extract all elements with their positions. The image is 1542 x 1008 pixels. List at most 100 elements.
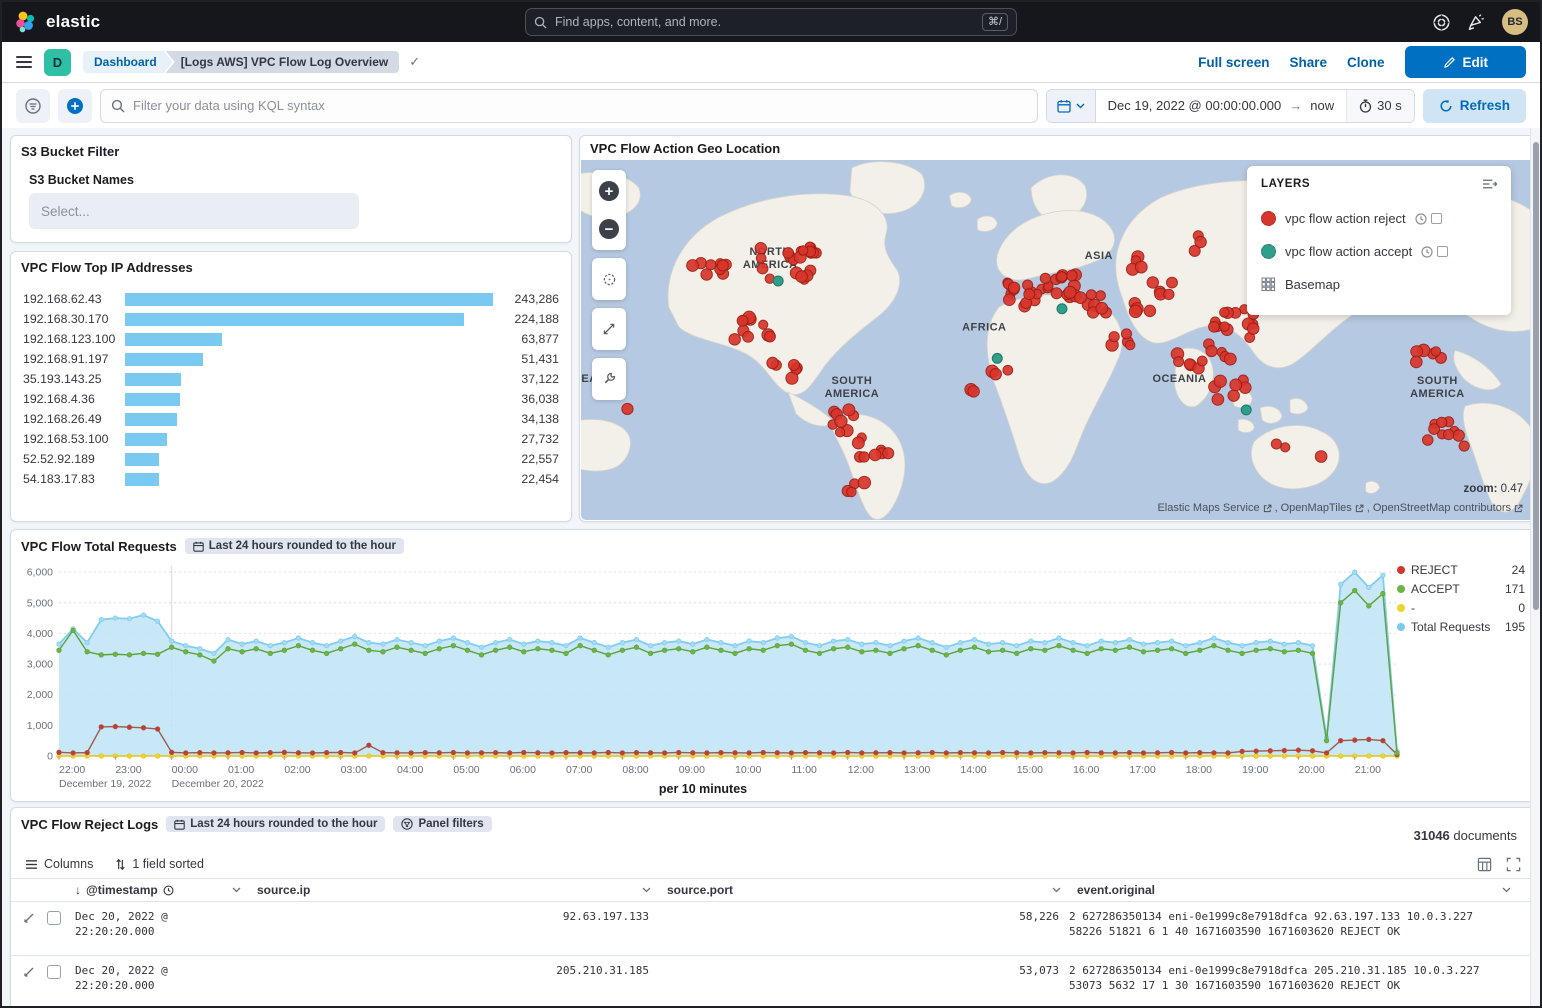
row-checkbox[interactable] [47,911,61,925]
legend-dot [1397,585,1405,593]
stopwatch-icon [1359,99,1372,113]
y-axis-tick-label: 2,000 [27,689,53,701]
row-checkbox[interactable] [47,965,61,979]
sort-desc-icon: ↓ [75,883,81,897]
reject-marker [1214,375,1226,387]
reject-marker [1075,292,1087,304]
total-requests-chart[interactable]: 01,0002,0003,0004,0005,0006,00022:00Dece… [13,558,1403,792]
expand-row-button[interactable] [23,911,41,929]
ip-bar-row[interactable]: 192.168.91.19751,431 [23,349,559,369]
arrow-right-icon: → [1289,98,1302,113]
search-icon [534,16,547,29]
global-search-input[interactable] [555,15,974,29]
reject-marker [1096,291,1106,301]
map-fit-data-button[interactable] [592,314,626,344]
expand-row-button[interactable] [23,965,41,983]
ip-bar-row[interactable]: 192.168.26.4934,138 [23,409,559,429]
y-axis-tick-label: 5,000 [27,597,53,609]
map-set-view-button[interactable] [592,264,626,294]
help-icon[interactable] [1432,13,1451,32]
layer-item[interactable]: vpc flow action accept [1261,235,1497,268]
scrollbar-thumb[interactable] [1533,142,1539,610]
s3-bucket-select[interactable]: Select... [29,193,359,229]
columns-button[interactable]: Columns [25,857,93,871]
map-zoom-out-button[interactable]: − [592,214,626,244]
column-header-eventoriginal[interactable]: event.original [1069,883,1519,897]
attribution-link[interactable]: OpenStreetMap contributors [1373,502,1511,514]
bar-track [125,293,493,306]
fullscreen-icon[interactable] [1506,857,1521,872]
chevron-down-icon[interactable] [1502,887,1511,893]
map-region-label: ASIA [1085,250,1113,262]
time-badge[interactable]: Last 24 hours rounded to the hour [185,538,404,554]
kql-filter-input[interactable] [133,98,1027,113]
time-badge[interactable]: Last 24 hours rounded to the hour [166,816,385,832]
menu-icon[interactable] [16,56,32,68]
map-zoom-in-button[interactable]: + [592,176,626,206]
ip-bar-row[interactable]: 35.193.143.2537,122 [23,369,559,389]
global-search[interactable]: ⌘/ [525,8,1017,36]
refresh-button[interactable]: Refresh [1423,89,1526,123]
legend-item[interactable]: -0 [1397,598,1525,617]
dashboard-app-icon[interactable]: D [44,49,71,76]
table-row[interactable]: Dec 20, 2022 @ 22:20:20.000205.210.31.18… [11,956,1535,1008]
attribution-link[interactable]: Elastic Maps Service [1157,502,1259,514]
column-header-sourceip[interactable]: source.ip [249,883,659,897]
panel-reject-logs: VPC Flow Reject Logs Last 24 hours round… [10,807,1536,1008]
date-picker-button[interactable] [1047,90,1096,122]
legend-item[interactable]: Total Requests195 [1397,617,1525,636]
share-button[interactable]: Share [1289,55,1327,70]
reject-marker [1230,379,1242,391]
newsfeed-icon[interactable] [1467,13,1486,32]
layer-item[interactable]: vpc flow action reject [1261,202,1497,235]
ip-bar-row[interactable]: 52.52.92.18922,557 [23,449,559,469]
reject-marker [1167,277,1178,288]
breadcrumb-dashboard[interactable]: Dashboard [83,51,173,73]
add-filter-button[interactable] [58,89,92,123]
layer-item[interactable]: Basemap [1261,268,1497,301]
chevron-down-icon[interactable] [642,887,651,893]
layer-checkbox[interactable] [1431,213,1442,224]
reject-marker [1410,356,1422,368]
edit-button[interactable]: Edit [1405,46,1527,78]
ip-bar-row[interactable]: 192.168.53.10027,732 [23,429,559,449]
ip-bar-row[interactable]: 192.168.30.170224,188 [23,309,559,329]
ip-bar-row[interactable]: 192.168.123.10063,877 [23,329,559,349]
user-avatar[interactable]: BS [1502,9,1528,35]
reject-marker [798,246,807,255]
source-ip-cell: 92.63.197.133 [249,909,659,924]
sort-fields-button[interactable]: 1 field sorted [115,857,204,871]
collapse-panel-icon[interactable] [1482,178,1497,190]
map-layers-panel: LAYERS vpc flow action rejectvpc flow ac… [1247,166,1511,315]
x-axis-label: per 10 minutes [11,782,1395,796]
expand-doc-icon [23,966,35,978]
chevron-down-icon[interactable] [232,887,241,893]
full-screen-button[interactable]: Full screen [1198,55,1269,70]
x-axis-tick-label: 14:00 [960,764,986,776]
ip-address-label: 54.183.17.83 [23,472,119,486]
panel-filters-badge[interactable]: Panel filters [393,816,491,832]
reject-marker [835,415,847,427]
column-header-sourceport[interactable]: source.port [659,883,1069,897]
saved-query-button[interactable] [16,89,50,123]
column-header-timestamp[interactable]: ↓@timestamp [67,883,249,897]
chevron-down-icon[interactable] [1052,887,1061,893]
refresh-interval-button[interactable]: 30 s [1346,90,1414,122]
attribution-link[interactable]: OpenMapTiles [1281,502,1352,514]
display-options-icon[interactable] [1477,857,1492,872]
table-row[interactable]: Dec 20, 2022 @ 22:20:20.00092.63.197.133… [11,902,1535,956]
time-range-end[interactable]: now [1310,98,1334,113]
ip-bar-row[interactable]: 54.183.17.8322,454 [23,469,559,489]
legend-item[interactable]: ACCEPT171 [1397,579,1525,598]
ip-bar-row[interactable]: 192.168.4.3636,038 [23,389,559,409]
ip-bar-row[interactable]: 192.168.62.43243,286 [23,289,559,309]
map-tools-button[interactable] [592,364,626,394]
page-scrollbar[interactable] [1530,128,1540,1006]
legend-item[interactable]: REJECT24 [1397,560,1525,579]
legend-dot [1397,604,1405,612]
x-axis-tick-label: 05:00 [453,764,479,776]
layer-checkbox[interactable] [1437,246,1448,257]
elastic-logo[interactable]: elastic [14,10,100,34]
clone-button[interactable]: Clone [1347,55,1385,70]
time-range-start[interactable]: Dec 19, 2022 @ 00:00:00.000 [1108,98,1282,113]
